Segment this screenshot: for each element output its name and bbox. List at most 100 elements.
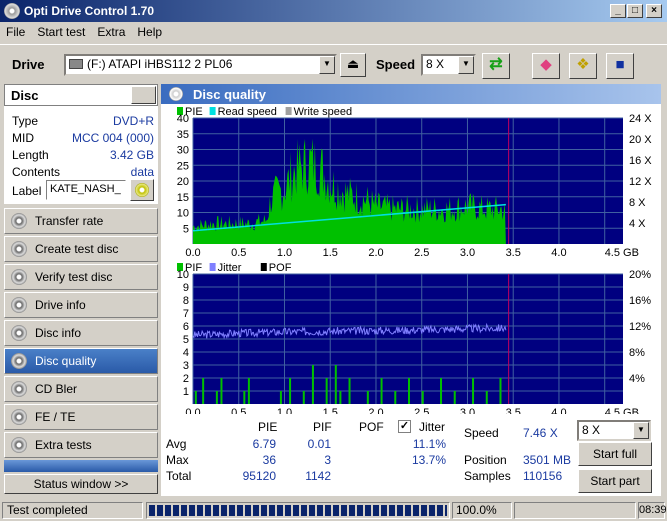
nav-cd-bler[interactable]: CD Bler [4, 376, 158, 402]
toolbar: Drive (F:) ATAPI iHBS112 2 PL06 ▼ ⏏ Spee… [0, 44, 667, 84]
chevron-down-icon[interactable]: ▼ [458, 56, 474, 74]
pif-bar [380, 378, 383, 404]
samples-value: 110156 [523, 469, 563, 483]
panel-title: Disc quality [193, 86, 266, 102]
app-disc-icon [4, 3, 20, 19]
avg-pif: 0.01 [307, 437, 331, 451]
copy-button[interactable]: ❖ [569, 53, 597, 79]
start-part-button[interactable]: Start part [578, 469, 652, 493]
progress-fill [149, 505, 447, 516]
y-tick-label: 2 [183, 373, 189, 385]
test-speed-select[interactable]: 8 X ▼ [577, 420, 651, 441]
pif-bar [499, 378, 502, 404]
pif-bar [408, 378, 410, 404]
x-tick-label: 0.0 [185, 407, 200, 414]
x-tick-label: 1.5 [323, 247, 338, 259]
y2-tick-label: 4 X [629, 218, 646, 230]
avg-jitter: 11.1% [412, 437, 446, 451]
chart-area: PIE Read speed Write speed 0.0 0.5 1.0 1.5 2.0 2… [161, 104, 661, 419]
x-tick-label: 0.5 [231, 407, 246, 414]
menu-start-test[interactable]: Start test [31, 25, 91, 39]
refresh-button[interactable]: ⇄ [482, 53, 510, 79]
disc-details: Type DVD+R MID MCC 004 (000) Length 3.42… [4, 106, 158, 204]
y-tick-label: 30 [177, 145, 189, 157]
fe-te-icon [11, 409, 27, 425]
erase-button[interactable]: ◆ [532, 53, 560, 79]
start-full-button[interactable]: Start full [578, 442, 652, 466]
nav-transfer-rate[interactable]: Transfer rate [4, 208, 158, 234]
menu-help[interactable]: Help [131, 25, 168, 39]
status-window-button[interactable]: Status window >> [4, 474, 158, 494]
pif-bar [394, 391, 397, 404]
y-tick-label: 9 [183, 282, 189, 294]
menu-file[interactable]: File [0, 25, 31, 39]
eject-button[interactable]: ⏏ [340, 53, 366, 77]
pif-bar [247, 378, 250, 404]
menu-extra[interactable]: Extra [91, 25, 131, 39]
total-pif: 1142 [305, 469, 331, 483]
total-pie: 95120 [242, 469, 276, 483]
x-tick-label: 3.0 [460, 407, 475, 414]
chevron-down-icon[interactable]: ▼ [319, 56, 335, 74]
nav-label: FE / TE [35, 410, 76, 424]
disc-mid-value: MCC 004 (000) [71, 131, 154, 145]
x-tick-label: 4.0 [551, 407, 566, 414]
legend-swatch [209, 107, 216, 115]
legend-swatch [285, 107, 292, 115]
nav-extra-tests[interactable]: Extra tests [4, 432, 158, 458]
panel-header: Disc quality [161, 84, 661, 104]
nav-disc-info[interactable]: Disc info [4, 320, 158, 346]
pif-bar [348, 378, 351, 404]
y2-tick-label: 12% [629, 321, 651, 333]
label-apply-button[interactable] [130, 179, 154, 201]
nav-disc-quality[interactable]: Disc quality [4, 348, 158, 374]
disc-type-key: Type [12, 114, 39, 128]
drive-select[interactable]: (F:) ATAPI iHBS112 2 PL06 ▼ [64, 54, 337, 76]
y-tick-label: 6 [183, 321, 189, 333]
y-tick-label: 25 [177, 160, 189, 172]
disc-refresh-button[interactable] [131, 86, 156, 104]
disc-quality-icon [11, 353, 27, 369]
y-tick-label: 20 [177, 176, 189, 188]
x-tick-label: 3.5 [506, 407, 521, 414]
nav-label: Extra tests [35, 438, 92, 452]
minimize-button[interactable]: _ [610, 4, 626, 18]
nav-verify-test-disc[interactable]: Verify test disc [4, 264, 158, 290]
y-tick-label: 40 [177, 113, 189, 125]
maximize-button[interactable]: □ [627, 4, 643, 18]
legend-label: POF [269, 262, 292, 274]
progress-bar [146, 502, 450, 519]
y-tick-label: 3 [183, 360, 189, 372]
disc-label-key: Label [12, 184, 42, 198]
y-tick-label: 10 [177, 269, 189, 281]
save-button[interactable]: ■ [606, 53, 634, 79]
legend-swatch [209, 263, 216, 271]
close-button[interactable]: × [646, 4, 662, 18]
speed-select[interactable]: 8 X ▼ [421, 54, 476, 76]
y-tick-label: 5 [183, 334, 189, 346]
chevron-down-icon[interactable]: ▼ [633, 422, 649, 439]
status-text: Test completed [2, 502, 143, 519]
position-label: Position [464, 453, 507, 467]
nav-create-test-disc[interactable]: Create test disc [4, 236, 158, 262]
disc-info-icon [11, 325, 27, 341]
test-speed-value: 8 X [582, 423, 601, 437]
nav-label: Verify test disc [35, 270, 113, 284]
elapsed-time: 08:39 [638, 502, 667, 519]
nav-drive-info[interactable]: Drive info [4, 292, 158, 318]
disc-type-value: DVD+R [112, 114, 154, 128]
nav-label: CD Bler [35, 382, 78, 396]
max-pie: 36 [262, 453, 276, 467]
position-value: 3501 MB [523, 453, 572, 467]
y2-tick-label: 12 X [629, 176, 652, 188]
speed-stat-label: Speed [464, 426, 499, 440]
speed-value: 8 X [426, 57, 445, 71]
refresh-icon: ⇄ [489, 56, 503, 73]
y2-tick-label: 16% [629, 295, 651, 307]
nav-fe-te[interactable]: FE / TE [4, 404, 158, 430]
legend-swatch [260, 263, 267, 271]
drive-icon [69, 59, 83, 69]
jitter-checkbox[interactable]: ✓ [398, 420, 411, 433]
eject-icon: ⏏ [346, 56, 360, 71]
disc-label-field[interactable]: KATE_NASH_ [46, 180, 126, 200]
